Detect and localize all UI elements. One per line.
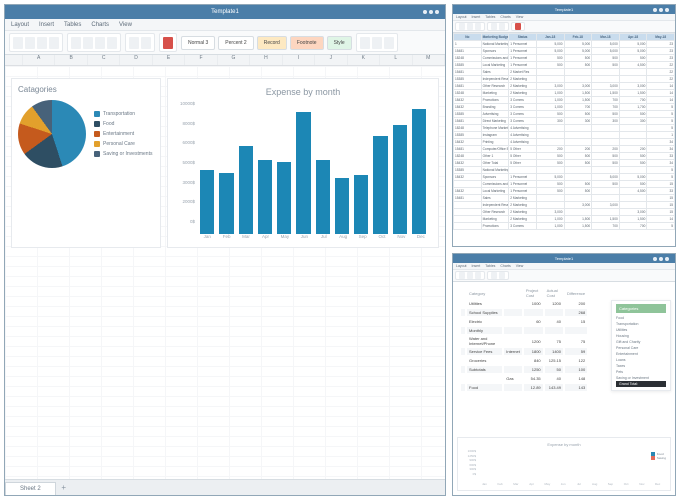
colhdr-G[interactable]: G (218, 55, 250, 65)
window-title: Template1 (211, 9, 239, 15)
sheet-tab-active[interactable]: Sheet 2 (5, 482, 56, 495)
currency-button[interactable] (129, 37, 139, 49)
menu-tables[interactable]: Tables (64, 22, 81, 28)
colhdr-C[interactable]: C (88, 55, 120, 65)
column-headers: A B C D E F G H I J K L M (5, 55, 445, 66)
colhdr-J[interactable]: J (315, 55, 347, 65)
thumb-budget-window: Template1 LayoutInsertTablesChartsView C… (452, 253, 676, 496)
cellstyle-style[interactable]: Style (327, 36, 352, 50)
bar-title: Expense by month (178, 87, 428, 97)
menubar: Layout Insert Tables Charts View (5, 19, 445, 31)
cellstyle-percent[interactable]: Percent 2 (218, 36, 253, 50)
titlebar: Template1 (5, 5, 445, 19)
sheet-add-button[interactable]: + (56, 480, 72, 495)
colhdr-F[interactable]: F (185, 55, 217, 65)
pie-legend: Transportation Food Entertainment Person… (94, 111, 152, 157)
pie-chart (18, 100, 86, 168)
align-left-button[interactable] (71, 37, 81, 49)
wrap-text-button[interactable] (107, 37, 117, 49)
format-cell-button[interactable] (384, 37, 394, 49)
colhdr-I[interactable]: I (283, 55, 315, 65)
colhdr-B[interactable]: B (55, 55, 87, 65)
cellstyle-normal[interactable]: Normal 3 (181, 36, 215, 50)
menu-view[interactable]: View (119, 22, 132, 28)
ribbon: Normal 3 Percent 2 Record Footnote Style (5, 31, 445, 55)
colhdr-H[interactable]: H (250, 55, 282, 65)
legend-swatch-personal (94, 141, 100, 147)
bar-chart-widget[interactable]: Expense by month 10000$8000$6000$5000$30… (167, 78, 439, 248)
pie-title: Catagories (18, 85, 154, 94)
colhdr-E[interactable]: E (153, 55, 185, 65)
bar-chart: 10000$8000$6000$5000$3000$2000$0$ (178, 101, 428, 234)
legend-swatch-saving (94, 151, 100, 157)
budget-body[interactable]: CategoryProject CostActual CostDifferenc… (453, 282, 675, 495)
ribbon-chart-icon-group (159, 33, 177, 52)
colhdr-A[interactable]: A (23, 55, 55, 65)
colhdr-K[interactable]: K (348, 55, 380, 65)
align-center-button[interactable] (83, 37, 93, 49)
ribbon-font-group (9, 33, 63, 52)
italic-button[interactable] (25, 37, 35, 49)
align-right-button[interactable] (95, 37, 105, 49)
insert-cell-button[interactable] (360, 37, 370, 49)
mini-bar-chart[interactable]: Expense by month 1600$1250$900$600$300$0… (457, 437, 671, 491)
colhdr-M[interactable]: M (413, 55, 445, 65)
legend-swatch-transportation (94, 111, 100, 117)
categories-panel: Categories FoodTransportationUtilitiesHo… (611, 300, 671, 391)
main-spreadsheet-window: Template1 Layout Insert Tables Charts Vi… (4, 4, 446, 496)
win-max-icon[interactable] (429, 10, 433, 14)
colhdr-L[interactable]: L (380, 55, 412, 65)
menu-layout[interactable]: Layout (11, 22, 29, 28)
win-min-icon[interactable] (423, 10, 427, 14)
colhdr-D[interactable]: D (120, 55, 152, 65)
win-close-icon[interactable] (435, 10, 439, 14)
delete-cell-button[interactable] (372, 37, 382, 49)
underline-button[interactable] (37, 37, 47, 49)
legend-swatch-food (94, 121, 100, 127)
menu-charts[interactable]: Charts (91, 22, 109, 28)
pie-chart-widget[interactable]: Catagories Transportation Food Entertain… (11, 78, 161, 248)
ribbon-align-group (67, 33, 121, 52)
chart-color-icon[interactable] (163, 37, 173, 49)
font-color-button[interactable] (49, 37, 59, 49)
sheet-body[interactable]: Catagories Transportation Food Entertain… (5, 66, 445, 479)
sheet-tabs: Sheet 2 + (5, 479, 445, 495)
thumb-data-grid-window: Template1 LayoutInsertTablesChartsView N… (452, 4, 676, 247)
data-grid[interactable]: NoMarketing BudgetStatusJan-18Feb-18Mar-… (453, 33, 675, 246)
cellstyle-record[interactable]: Record (257, 36, 287, 50)
menu-insert[interactable]: Insert (39, 22, 54, 28)
categories-header: Categories (616, 304, 666, 313)
ribbon-cells-group (356, 33, 398, 52)
ribbon-number-group (125, 33, 155, 52)
legend-swatch-entertainment (94, 131, 100, 137)
cellstyle-footnote[interactable]: Footnote (290, 36, 324, 50)
bold-button[interactable] (13, 37, 23, 49)
percent-button[interactable] (141, 37, 151, 49)
